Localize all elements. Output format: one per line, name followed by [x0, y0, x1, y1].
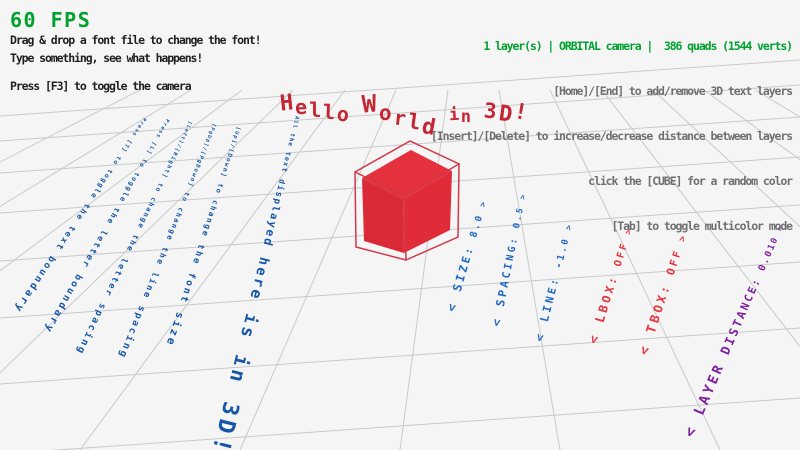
- fps-counter: 60 FPS: [10, 8, 91, 32]
- hud-right-panel: 1 layer(s) | ORBITAL camera | 386 quads …: [431, 9, 792, 264]
- help-multicolor: [Tab] to toggle multicolor mode: [431, 219, 792, 234]
- help-layer-distance: [Insert]/[Delete] to increase/decrease d…: [431, 129, 792, 144]
- scene-3d-view[interactable]: Press [T] to toggle the text boundary Pr…: [0, 0, 800, 450]
- help-cube-color: click the [CUBE] for a random color: [431, 174, 792, 189]
- hint-drag-drop: Drag & drop a font file to change the fo…: [10, 33, 260, 47]
- hint-type: Type something, see what happens!: [10, 51, 202, 65]
- status-line: 1 layer(s) | ORBITAL camera | 386 quads …: [431, 39, 792, 54]
- help-layers: [Home]/[End] to add/remove 3D text layer…: [431, 84, 792, 99]
- hint-camera-toggle: Press [F3] to toggle the camera: [10, 79, 191, 93]
